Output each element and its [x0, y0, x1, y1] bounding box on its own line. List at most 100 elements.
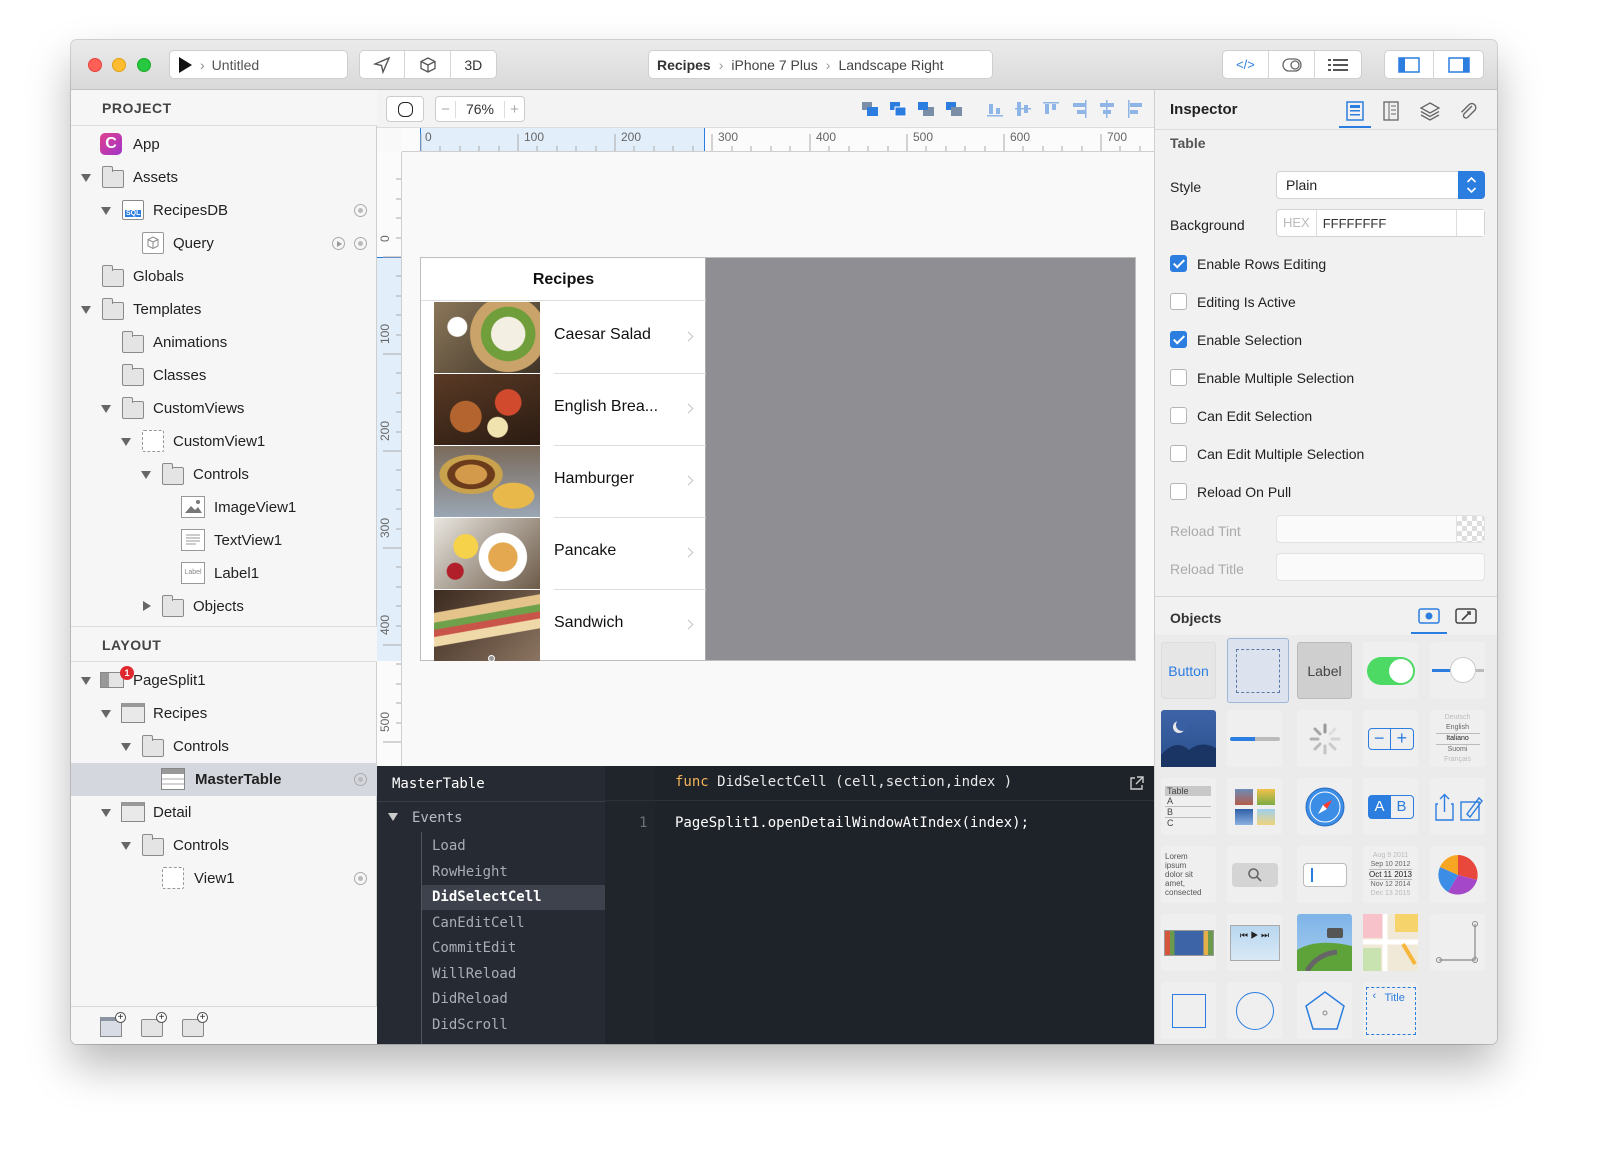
layout-tab-icon[interactable] [1381, 100, 1401, 127]
align-top-icon[interactable] [1043, 100, 1059, 123]
object-slider[interactable] [1430, 642, 1485, 699]
zoom-out-button[interactable]: − [436, 100, 456, 118]
tree-item-controls[interactable]: Controls [71, 829, 377, 862]
tree-item-view1[interactable]: View1 [71, 862, 377, 895]
background-field[interactable]: HEX FFFFFFFF [1276, 209, 1485, 237]
tree-item-query[interactable]: Query [71, 227, 377, 260]
tree-item-detail[interactable]: Detail [71, 796, 377, 829]
event-item-didscroll[interactable]: DidScroll [422, 1013, 605, 1038]
disclosure-open-icon[interactable] [81, 306, 91, 314]
tree-item-classes[interactable]: Classes [71, 359, 377, 392]
event-item-willreload[interactable]: WillReload [422, 962, 605, 987]
object-search-bar[interactable] [1227, 846, 1282, 903]
tree-item-animations[interactable]: Animations [71, 326, 377, 359]
device-preview[interactable]: Recipes Caesar Salad English Brea... Ham… [420, 257, 1136, 662]
object-media-player[interactable]: ⏮ ▶ ⏭ [1227, 914, 1282, 971]
object-image-view[interactable] [1161, 710, 1216, 767]
object-table[interactable]: Table A B C [1161, 778, 1216, 835]
disclosure-open-icon[interactable] [388, 813, 398, 821]
disclosure-open-icon[interactable] [141, 471, 151, 479]
event-item-didreload[interactable]: DidReload [422, 987, 605, 1012]
tree-item-controls[interactable]: Controls [71, 730, 377, 763]
bring-to-front-icon[interactable] [889, 101, 907, 122]
object-label[interactable]: Label [1297, 642, 1352, 699]
object-layout-guide[interactable] [1430, 914, 1485, 971]
tree-item-templates[interactable]: Templates [71, 293, 377, 326]
send-backward-icon[interactable] [917, 101, 935, 122]
object-progress-view[interactable] [1227, 710, 1282, 767]
enable-rows-editing-checkbox[interactable] [1170, 255, 1187, 272]
breadcrumb-orientation[interactable]: Landscape Right [838, 57, 943, 73]
can-edit-multiple-selection-checkbox[interactable] [1170, 445, 1187, 462]
table-row[interactable]: Sandwich [421, 590, 706, 662]
event-item-commitedit[interactable]: CommitEdit [422, 936, 605, 961]
align-center-h-icon[interactable] [1099, 100, 1115, 123]
align-center-v-icon[interactable] [1015, 100, 1031, 123]
zoom-level[interactable]: 76% [456, 101, 504, 117]
color-swatch[interactable] [1456, 210, 1484, 236]
disclosure-open-icon[interactable] [101, 809, 111, 817]
shape-tool-button[interactable] [386, 96, 424, 122]
breadcrumb-device[interactable]: iPhone 7 Plus [731, 57, 817, 73]
event-item-load[interactable]: Load [422, 834, 605, 859]
disclosure-open-icon[interactable] [101, 710, 111, 718]
tree-item-app[interactable]: C App [71, 128, 377, 161]
resize-handle[interactable] [488, 655, 495, 662]
attachment-tab-icon[interactable] [1457, 100, 1479, 127]
minimize-window-button[interactable] [112, 58, 126, 72]
object-chart[interactable] [1430, 846, 1485, 903]
toggle-icon[interactable] [1269, 51, 1315, 78]
object-polygon[interactable] [1297, 982, 1352, 1039]
table-row[interactable]: Hamburger [421, 446, 706, 518]
snippets-tab-icon[interactable] [1455, 608, 1477, 629]
breadcrumb-recipes[interactable]: Recipes [657, 57, 711, 73]
close-window-button[interactable] [88, 58, 102, 72]
tree-item-pagesplit1[interactable]: 1 PageSplit1 [71, 664, 377, 697]
play-icon[interactable] [179, 56, 192, 73]
tree-item-label1[interactable]: Label Label1 [71, 557, 377, 590]
object-text-field[interactable] [1297, 846, 1352, 903]
tree-item-assets[interactable]: Assets [71, 161, 377, 194]
send-to-back-icon[interactable] [945, 101, 963, 122]
table-row[interactable]: English Brea... [421, 374, 706, 446]
disclosure-open-icon[interactable] [121, 743, 131, 751]
event-item-caneditcell[interactable]: CanEditCell [422, 911, 605, 936]
view-3d-button[interactable]: 3D [451, 51, 496, 78]
package-icon[interactable] [405, 51, 451, 78]
table-row[interactable]: Pancake [421, 518, 706, 590]
tree-item-mastertable[interactable]: MasterTable [71, 763, 377, 796]
object-image-carousel[interactable] [1161, 914, 1216, 971]
disclosure-open-icon[interactable] [81, 677, 91, 685]
tree-item-recipes[interactable]: Recipes [71, 697, 377, 730]
tree-item-customviews[interactable]: CustomViews [71, 392, 377, 425]
code-toggle-icon[interactable]: </> [1223, 51, 1269, 78]
tree-item-objects[interactable]: Objects [71, 590, 377, 623]
object-activity-indicator[interactable] [1297, 710, 1352, 767]
object-text-view[interactable]: Lorem ipsum dolor sit amet, consected [1161, 846, 1216, 903]
tree-item-controls[interactable]: Controls [71, 458, 377, 491]
zoom-in-button[interactable]: + [504, 100, 524, 118]
master-table[interactable]: Recipes Caesar Salad English Brea... Ham… [421, 258, 706, 662]
align-right-icon[interactable] [1071, 100, 1087, 123]
event-item-didselectcell[interactable]: DidSelectCell [422, 885, 605, 910]
disclosure-open-icon[interactable] [121, 438, 131, 446]
enable-multiple-selection-checkbox[interactable] [1170, 369, 1187, 386]
zoom-window-button[interactable] [137, 58, 151, 72]
tree-item-globals[interactable]: Globals [71, 260, 377, 293]
run-query-icon[interactable] [332, 237, 345, 250]
object-circle[interactable] [1227, 982, 1282, 1039]
bring-forward-icon[interactable] [861, 101, 879, 122]
object-web-view[interactable] [1297, 778, 1352, 835]
object-map-route[interactable] [1297, 914, 1352, 971]
reload-on-pull-checkbox[interactable] [1170, 483, 1187, 500]
object-rectangle[interactable] [1161, 982, 1216, 1039]
disclosure-closed-icon[interactable] [143, 601, 151, 611]
event-item-rowheight[interactable]: RowHeight [422, 860, 605, 885]
align-left-icon[interactable] [1127, 100, 1143, 123]
right-panel-toggle-icon[interactable] [1434, 51, 1483, 78]
send-icon[interactable] [360, 51, 406, 78]
attributes-tab-icon[interactable] [1339, 96, 1371, 128]
object-collection[interactable] [1227, 778, 1282, 835]
disclosure-open-icon[interactable] [101, 405, 111, 413]
can-edit-selection-checkbox[interactable] [1170, 407, 1187, 424]
